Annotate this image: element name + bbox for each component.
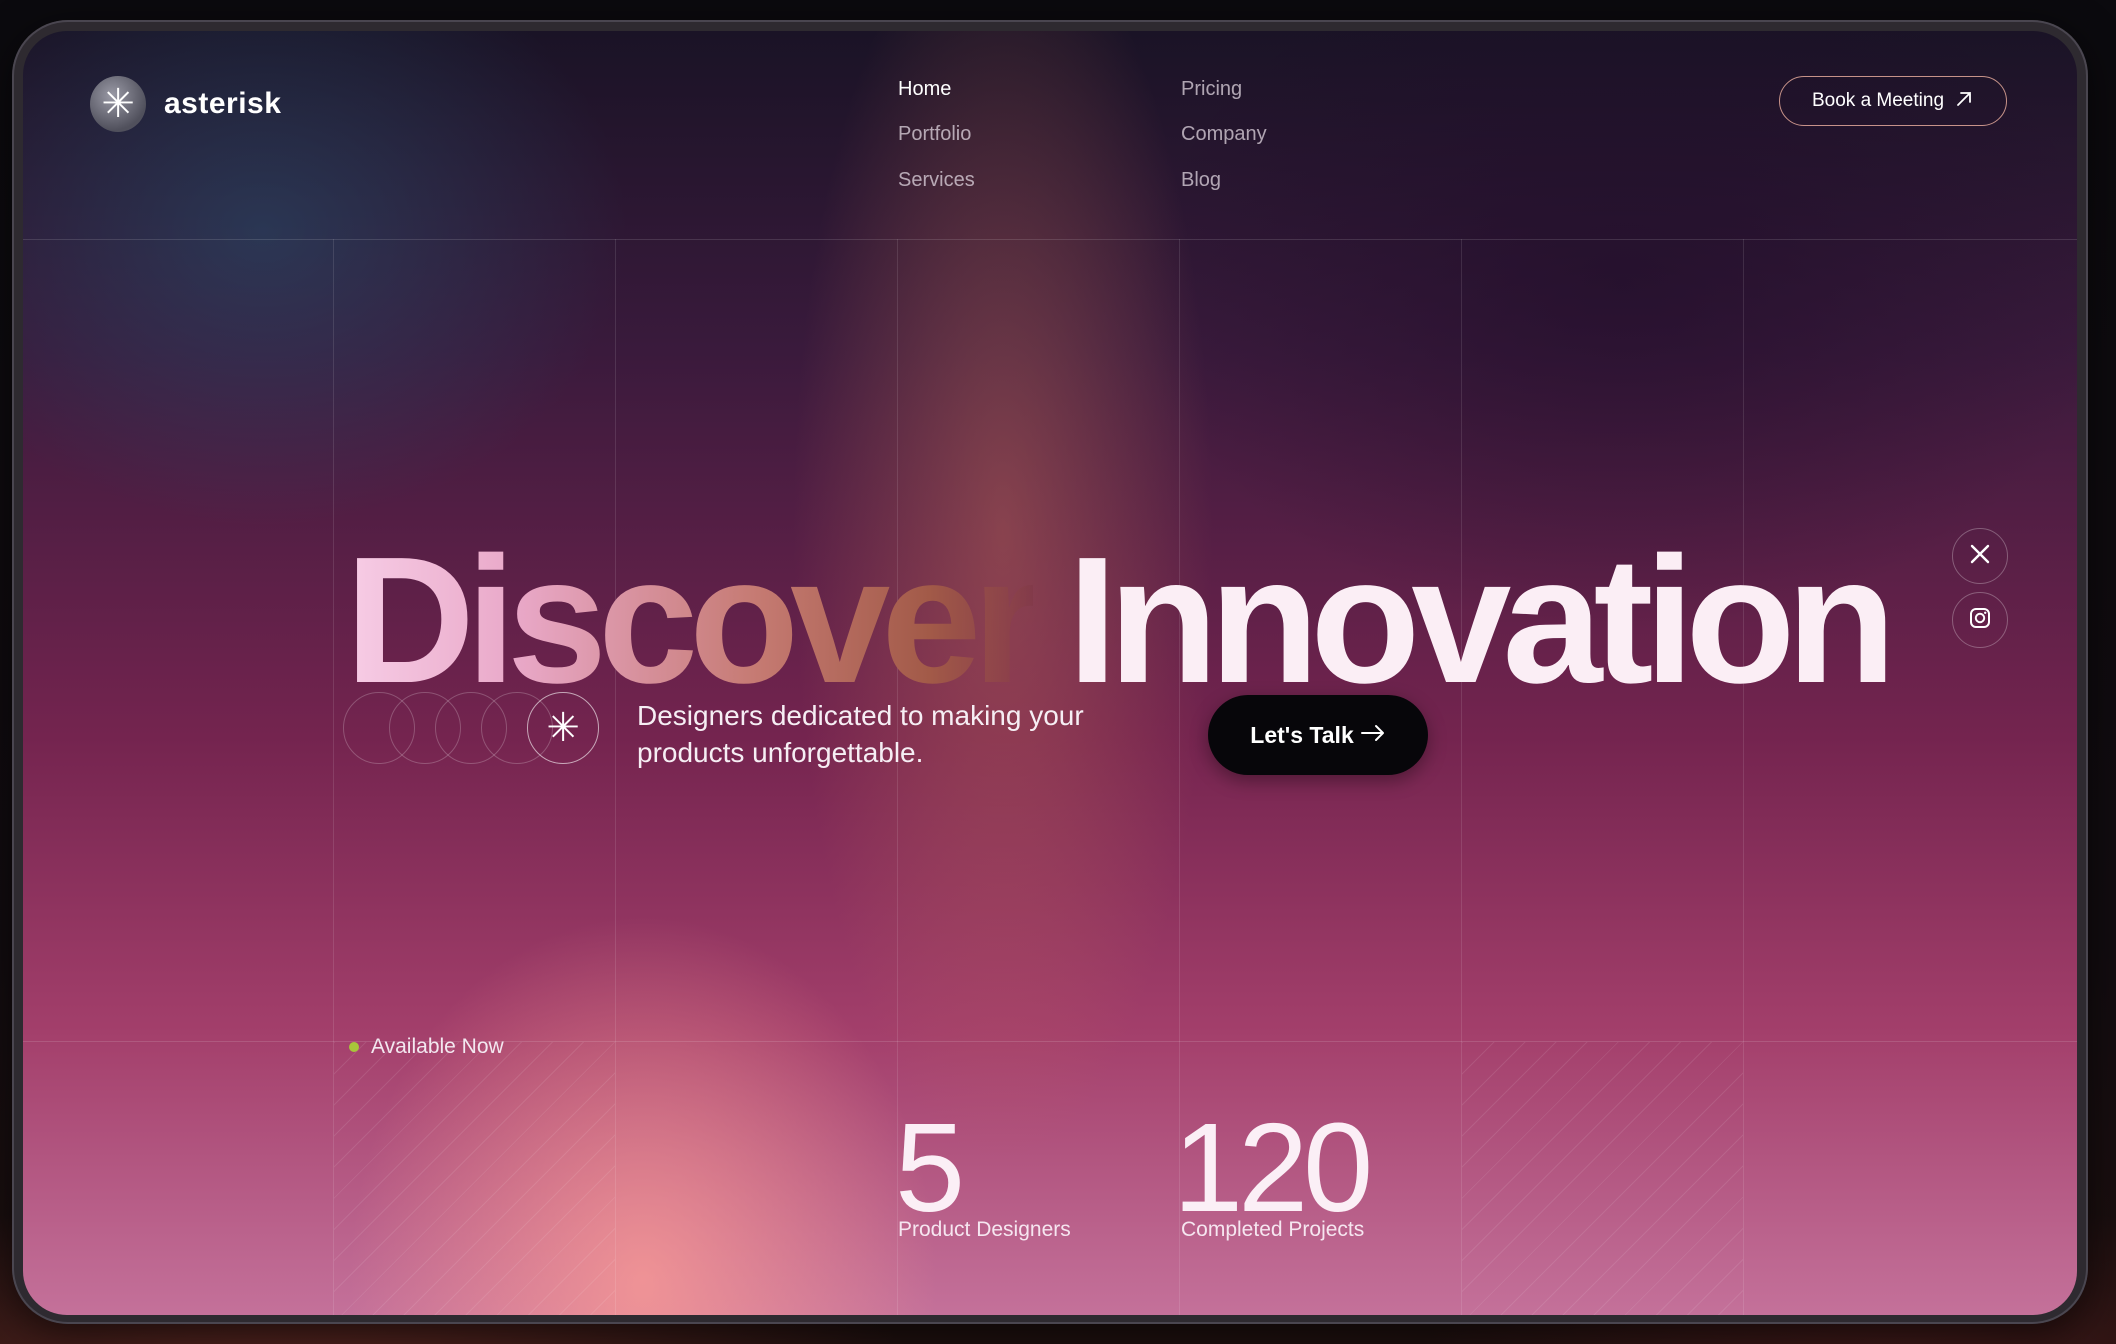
stat-projects-label: Completed Projects: [1181, 1218, 1365, 1241]
brand-logo[interactable]: ✳ asterisk: [90, 76, 281, 132]
arrow-right-icon: [1360, 722, 1386, 749]
book-meeting-label: Book a Meeting: [1811, 90, 1945, 111]
hero-title-word-1: Discover: [345, 520, 1042, 721]
x-social-button[interactable]: [1952, 528, 2008, 584]
nav-item-services[interactable]: Services: [898, 169, 975, 192]
lets-talk-label: Let's Talk: [1250, 721, 1354, 748]
hero-title-word-2: Innovation: [1067, 520, 1896, 721]
lets-talk-button[interactable]: Let's Talk: [1208, 695, 1428, 775]
nav-item-blog[interactable]: Blog: [1181, 169, 1221, 192]
hatch-pattern: [1462, 1042, 1743, 1315]
availability-label: Available Now: [371, 1035, 504, 1058]
stat-projects-value: 120: [1173, 1097, 1373, 1238]
stat-designers-value: 5: [895, 1097, 965, 1238]
nav-item-company[interactable]: Company: [1181, 123, 1267, 146]
availability-status: Available Now: [349, 1035, 504, 1059]
instagram-icon: [1968, 606, 1992, 635]
grid-line-top: [23, 239, 2077, 240]
instagram-social-button[interactable]: [1952, 592, 2008, 648]
hero-title: Discover Innovation: [345, 531, 1896, 711]
brand-name: asterisk: [164, 87, 282, 120]
book-meeting-button[interactable]: Book a Meeting: [1779, 76, 2007, 126]
grid-col-line: [615, 239, 616, 1315]
grid-line-bottom: [23, 1041, 2077, 1042]
nav-item-portfolio[interactable]: Portfolio: [898, 123, 971, 146]
designer-avatars: ✳: [343, 692, 603, 768]
nav-item-home[interactable]: Home: [898, 78, 951, 101]
grid-col-line: [1743, 239, 1744, 1315]
hero-tagline: Designers dedicated to making your produ…: [637, 700, 1084, 768]
asterisk-icon: ✳: [90, 76, 146, 132]
website-screen: ✳ asterisk Home Portfolio Services Prici…: [23, 31, 2077, 1315]
nav-item-pricing[interactable]: Pricing: [1181, 78, 1242, 101]
hatch-pattern: [334, 1042, 615, 1315]
asterisk-icon: ✳: [527, 692, 599, 764]
arrow-up-right-icon: [1954, 89, 1974, 113]
stat-designers-label: Product Designers: [898, 1218, 1071, 1241]
status-dot: [349, 1042, 359, 1052]
x-icon: [1969, 543, 1991, 570]
